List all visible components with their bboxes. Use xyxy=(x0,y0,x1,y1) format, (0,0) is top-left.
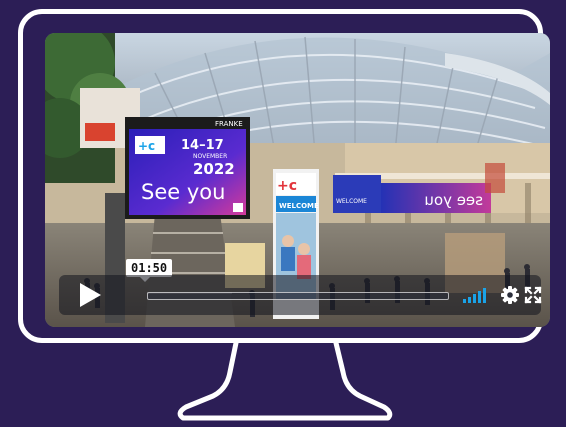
gear-icon xyxy=(501,286,519,304)
billboard: FRANKE +c 14–17 NOVEMBER 2022 See you xyxy=(125,117,250,219)
billboard-brand: FRANKE xyxy=(215,120,243,128)
play-button[interactable] xyxy=(76,280,104,310)
fullscreen-button[interactable] xyxy=(524,286,542,304)
pillar-sign-text: WELCOME xyxy=(279,202,319,210)
back-sign-text: WELCOME xyxy=(336,198,367,205)
play-icon xyxy=(80,283,101,307)
billboard-month: NOVEMBER xyxy=(193,153,227,160)
billboard-slogan: See you xyxy=(141,180,225,204)
fullscreen-icon xyxy=(524,286,542,304)
billboard-dates: 14–17 xyxy=(181,138,224,153)
progress-bar[interactable] xyxy=(147,292,449,300)
player-controls xyxy=(59,275,542,315)
billboard-year: 2022 xyxy=(193,160,235,178)
video-player[interactable]: FRANKE +c 14–17 NOVEMBER 2022 See you +c… xyxy=(45,33,550,327)
volume-button[interactable] xyxy=(462,286,490,304)
svg-text:see you: see you xyxy=(424,191,483,209)
svg-text:+c: +c xyxy=(138,139,155,153)
svg-text:+c: +c xyxy=(277,178,297,194)
volume-bars-icon xyxy=(463,288,486,303)
settings-button[interactable] xyxy=(500,285,520,305)
